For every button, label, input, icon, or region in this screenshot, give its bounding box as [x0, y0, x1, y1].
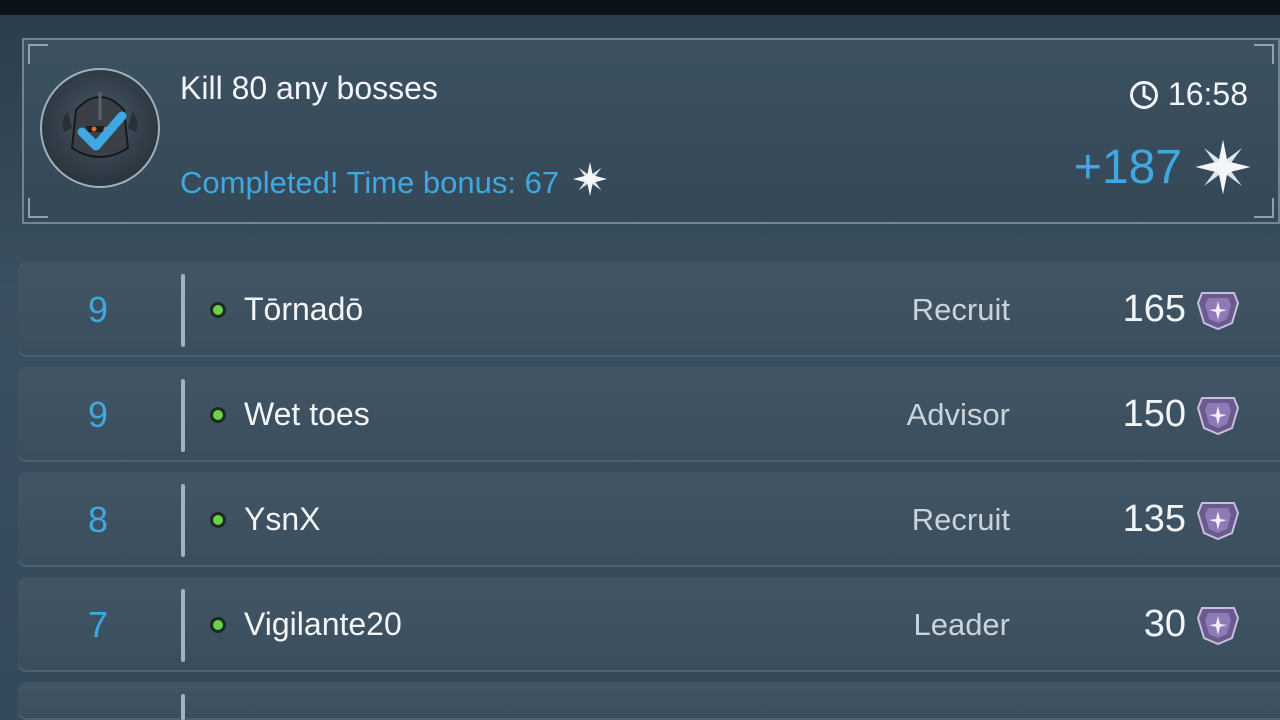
quest-status-text: Completed! Time bonus: 67	[180, 165, 560, 200]
clock-icon	[1129, 80, 1158, 109]
knight-helmet-icon	[40, 68, 160, 188]
member-role: Recruit	[911, 292, 1010, 327]
member-name: Tōrnadō	[244, 291, 364, 327]
online-status-icon	[210, 512, 226, 528]
member-role: Leader	[913, 607, 1010, 642]
member-row[interactable]: 9 Wet toes Advisor 150	[18, 367, 1280, 462]
member-name: Vigilante20	[244, 606, 402, 642]
quest-timer: 16:58	[1128, 76, 1248, 113]
member-row[interactable]: 8 YsnX Recruit 135	[18, 472, 1280, 567]
online-status-icon	[210, 407, 226, 423]
star-icon	[571, 160, 609, 206]
member-rank: 9	[87, 289, 109, 330]
member-rank: 8	[87, 499, 109, 540]
member-rank: 7	[87, 604, 109, 645]
member-score: 150	[1122, 393, 1186, 435]
online-status-icon	[210, 617, 226, 633]
member-row[interactable]: 9 Tōrnadō Recruit 165	[18, 262, 1280, 357]
shield-gem-icon	[1196, 397, 1240, 436]
member-name: Wet toes	[244, 396, 370, 432]
row-divider	[181, 589, 185, 662]
frame-corner	[1254, 198, 1274, 218]
shield-gem-icon	[1196, 502, 1240, 541]
frame-corner	[28, 44, 48, 64]
quest-status: Completed! Time bonus: 67	[180, 160, 609, 206]
quest-reward: +187	[1074, 138, 1252, 196]
row-divider	[181, 379, 185, 452]
member-row-partial[interactable]	[18, 682, 1280, 720]
timer-value: 16:58	[1167, 76, 1248, 112]
frame-corner	[1254, 44, 1274, 64]
member-role: Advisor	[906, 397, 1010, 432]
shield-gem-icon	[1196, 607, 1240, 646]
row-divider	[181, 274, 185, 347]
member-row[interactable]: 7 Vigilante20 Leader 30	[18, 577, 1280, 672]
member-role: Recruit	[911, 502, 1010, 537]
shield-gem-icon	[1196, 292, 1240, 331]
member-score: 165	[1122, 288, 1186, 330]
member-name: YsnX	[244, 501, 321, 537]
online-status-icon	[210, 302, 226, 318]
reward-value: +187	[1073, 140, 1182, 194]
member-score: 135	[1122, 498, 1186, 540]
frame-corner	[28, 198, 48, 218]
top-bar	[0, 0, 1280, 15]
star-icon	[1195, 139, 1251, 195]
row-divider	[181, 484, 185, 557]
quest-card[interactable]: Kill 80 any bosses Completed! Time bonus…	[22, 38, 1280, 224]
member-score: 30	[1143, 603, 1186, 645]
quest-title: Kill 80 any bosses	[180, 70, 438, 106]
row-divider	[181, 694, 185, 720]
member-rank: 9	[87, 394, 109, 435]
